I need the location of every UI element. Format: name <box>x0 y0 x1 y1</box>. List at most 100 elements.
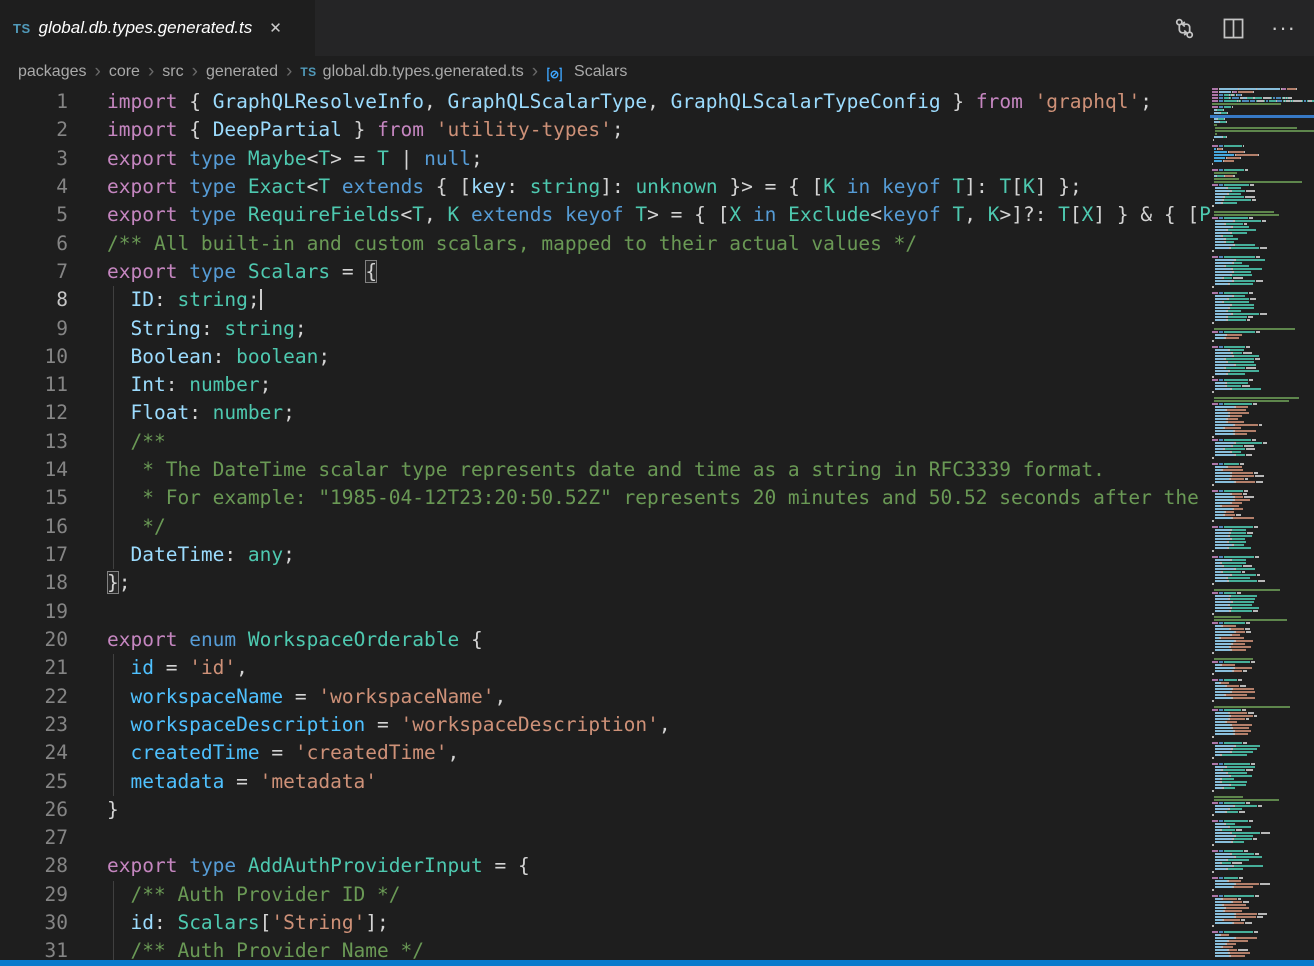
code-line[interactable]: 10 Boolean: boolean; <box>0 343 1210 371</box>
code-line-text[interactable]: workspaceDescription = 'workspaceDescrip… <box>68 711 671 739</box>
code-line[interactable]: 26} <box>0 796 1210 824</box>
code-line-text[interactable]: * For example: "1985-04-12T23:20:50.52Z"… <box>68 484 1210 512</box>
code-line-text[interactable]: export type Exact<T extends { [key: stri… <box>68 173 1082 201</box>
line-number[interactable]: 14 <box>0 456 68 484</box>
code-line[interactable]: 12 Float: number; <box>0 399 1210 427</box>
line-number[interactable]: 13 <box>0 428 68 456</box>
line-number[interactable]: 6 <box>0 230 68 258</box>
minimap[interactable] <box>1210 88 1314 960</box>
code-line-text[interactable]: metadata = 'metadata' <box>68 768 377 796</box>
line-number[interactable]: 1 <box>0 88 68 116</box>
code-line-text[interactable]: */ <box>68 513 166 541</box>
code-line[interactable]: 1import { GraphQLResolveInfo, GraphQLSca… <box>0 88 1210 116</box>
breadcrumb-item-symbol-scalars[interactable]: Scalars <box>546 63 627 81</box>
code-line-text[interactable]: workspaceName = 'workspaceName', <box>68 683 506 711</box>
code-line[interactable]: 27 <box>0 824 1210 852</box>
code-line[interactable]: 7export type Scalars = { <box>0 258 1210 286</box>
code-line[interactable]: 17 DateTime: any; <box>0 541 1210 569</box>
code-line[interactable]: 4export type Exact<T extends { [key: str… <box>0 173 1210 201</box>
line-number[interactable]: 17 <box>0 541 68 569</box>
code-line-text[interactable]: String: string; <box>68 315 307 343</box>
open-changes-icon[interactable] <box>1173 17 1196 40</box>
code-line[interactable]: 30 id: Scalars['String']; <box>0 909 1210 937</box>
line-number[interactable]: 9 <box>0 315 68 343</box>
line-number[interactable]: 11 <box>0 371 68 399</box>
code-line[interactable]: 19 <box>0 598 1210 626</box>
line-number[interactable]: 12 <box>0 399 68 427</box>
code-line-text[interactable]: /** Auth Provider Name */ <box>68 937 424 960</box>
line-number[interactable]: 22 <box>0 683 68 711</box>
code-line-text[interactable]: /** <box>68 428 166 456</box>
code-line[interactable]: 28export type AddAuthProviderInput = { <box>0 852 1210 880</box>
code-line-text[interactable]: }; <box>68 569 131 597</box>
breadcrumb-item-core[interactable]: core <box>109 63 140 81</box>
code-line[interactable]: 18}; <box>0 569 1210 597</box>
code-line[interactable]: 5export type RequireFields<T, K extends … <box>0 201 1210 229</box>
breadcrumb-item-generated[interactable]: generated <box>206 63 278 81</box>
code-line[interactable]: 15 * For example: "1985-04-12T23:20:50.5… <box>0 484 1210 512</box>
code-line[interactable]: 3export type Maybe<T> = T | null; <box>0 145 1210 173</box>
code-line[interactable]: 22 workspaceName = 'workspaceName', <box>0 683 1210 711</box>
code-line[interactable]: 14 * The DateTime scalar type represents… <box>0 456 1210 484</box>
code-line[interactable]: 8 ID: string; <box>0 286 1210 314</box>
line-number[interactable]: 3 <box>0 145 68 173</box>
code-line-text[interactable]: import { DeepPartial } from 'utility-typ… <box>68 116 624 144</box>
line-number[interactable]: 27 <box>0 824 68 852</box>
code-line-text[interactable]: export type AddAuthProviderInput = { <box>68 852 530 880</box>
split-editor-icon[interactable] <box>1222 17 1245 40</box>
code-line-text[interactable]: Boolean: boolean; <box>68 343 330 371</box>
code-line-text[interactable]: import { GraphQLResolveInfo, GraphQLScal… <box>68 88 1152 116</box>
code-line[interactable]: 25 metadata = 'metadata' <box>0 768 1210 796</box>
line-number[interactable]: 30 <box>0 909 68 937</box>
code-line[interactable]: 21 id = 'id', <box>0 654 1210 682</box>
line-number[interactable]: 28 <box>0 852 68 880</box>
code-line-text[interactable]: * The DateTime scalar type represents da… <box>68 456 1105 484</box>
line-number[interactable]: 18 <box>0 569 68 597</box>
line-number[interactable]: 24 <box>0 739 68 767</box>
code-line[interactable]: 9 String: string; <box>0 315 1210 343</box>
line-number[interactable]: 7 <box>0 258 68 286</box>
line-number[interactable]: 2 <box>0 116 68 144</box>
more-actions-icon[interactable]: ··· <box>1271 17 1296 39</box>
line-number[interactable]: 5 <box>0 201 68 229</box>
code-line[interactable]: 23 workspaceDescription = 'workspaceDesc… <box>0 711 1210 739</box>
line-number[interactable]: 15 <box>0 484 68 512</box>
line-number[interactable]: 19 <box>0 598 68 626</box>
code-line-text[interactable]: } <box>68 796 119 824</box>
line-number[interactable]: 8 <box>0 286 68 314</box>
code-line-text[interactable] <box>68 824 107 852</box>
code-line-text[interactable] <box>68 598 107 626</box>
close-icon[interactable]: ✕ <box>266 17 285 39</box>
code-line-text[interactable]: export type RequireFields<T, K extends k… <box>68 201 1210 229</box>
code-line-text[interactable]: id: Scalars['String']; <box>68 909 389 937</box>
line-number[interactable]: 20 <box>0 626 68 654</box>
code-area[interactable]: 1import { GraphQLResolveInfo, GraphQLSca… <box>0 88 1210 960</box>
code-line-text[interactable]: /** Auth Provider ID */ <box>68 881 401 909</box>
line-number[interactable]: 29 <box>0 881 68 909</box>
line-number[interactable]: 26 <box>0 796 68 824</box>
code-line[interactable]: 29 /** Auth Provider ID */ <box>0 881 1210 909</box>
breadcrumb-item-src[interactable]: src <box>162 63 183 81</box>
code-line[interactable]: 11 Int: number; <box>0 371 1210 399</box>
code-line[interactable]: 24 createdTime = 'createdTime', <box>0 739 1210 767</box>
code-line-text[interactable]: Float: number; <box>68 399 295 427</box>
code-line[interactable]: 31 /** Auth Provider Name */ <box>0 937 1210 960</box>
line-number[interactable]: 23 <box>0 711 68 739</box>
code-line-text[interactable]: Int: number; <box>68 371 271 399</box>
code-line-text[interactable]: /** All built-in and custom scalars, map… <box>68 230 917 258</box>
code-line-text[interactable]: export enum WorkspaceOrderable { <box>68 626 483 654</box>
code-line[interactable]: 2import { DeepPartial } from 'utility-ty… <box>0 116 1210 144</box>
code-line[interactable]: 20export enum WorkspaceOrderable { <box>0 626 1210 654</box>
code-line[interactable]: 16 */ <box>0 513 1210 541</box>
code-line-text[interactable]: ID: string; <box>68 286 260 314</box>
code-line-text[interactable]: createdTime = 'createdTime', <box>68 739 459 767</box>
line-number[interactable]: 4 <box>0 173 68 201</box>
tab-global-db-types-generated[interactable]: TS global.db.types.generated.ts ✕ <box>0 0 315 56</box>
breadcrumb-item-file[interactable]: TS global.db.types.generated.ts <box>300 63 523 81</box>
code-line-text[interactable]: id = 'id', <box>68 654 248 682</box>
breadcrumb-item-packages[interactable]: packages <box>18 63 87 81</box>
line-number[interactable]: 21 <box>0 654 68 682</box>
code-line-text[interactable]: export type Scalars = { <box>68 258 377 286</box>
code-line-text[interactable]: DateTime: any; <box>68 541 295 569</box>
code-line-text[interactable]: export type Maybe<T> = T | null; <box>68 145 483 173</box>
